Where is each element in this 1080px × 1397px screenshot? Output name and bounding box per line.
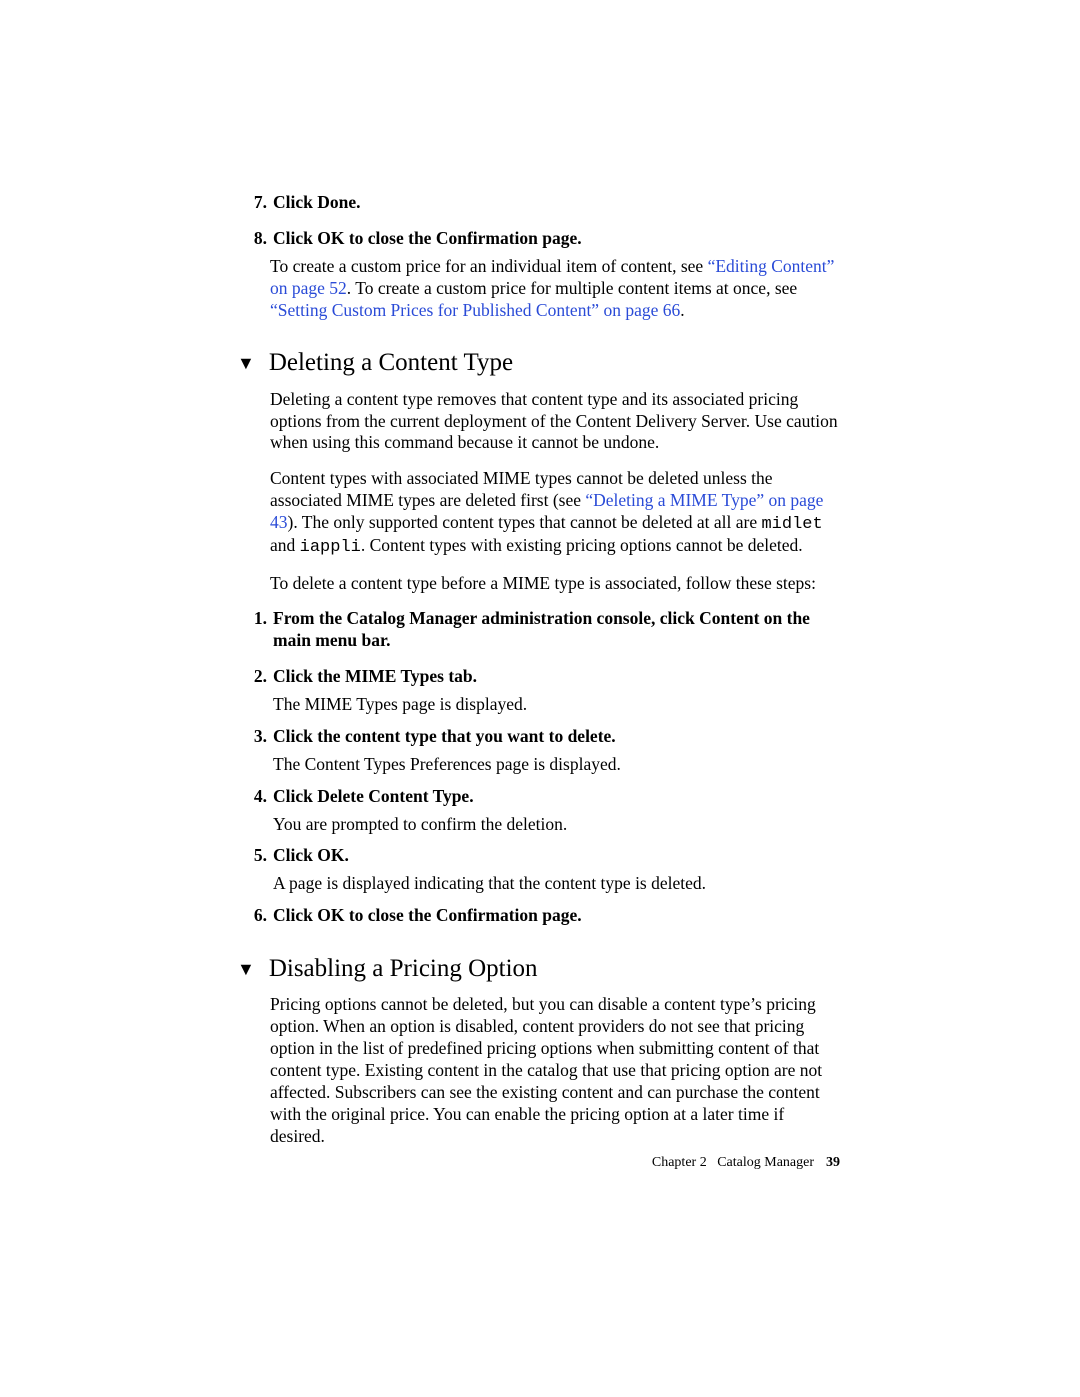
link-setting-custom-prices[interactable]: “Setting Custom Prices for Published Con… [270,300,680,320]
step-8-paragraph: To create a custom price for an individu… [270,256,840,322]
page: 7. Click Done. 8. Click OK to close the … [0,0,1080,1397]
step-number: 4. [245,786,273,808]
paragraph: Deleting a content type removes that con… [270,389,840,455]
content-area: 7. Click Done. 8. Click OK to close the … [245,192,840,1161]
sec1-step-3: 3. Click the content type that you want … [245,726,840,748]
paragraph: Pricing options cannot be deleted, but y… [270,994,840,1147]
sec1-step-4: 4. Click Delete Content Type. [245,786,840,808]
heading-text: Disabling a Pricing Option [269,953,538,984]
triangle-down-icon: ▼ [237,352,255,375]
step-7: 7. Click Done. [245,192,840,214]
text: To create a custom price for an individu… [270,256,708,276]
text: ). The only supported content types that… [288,512,762,532]
step-text: Click Delete Content Type. [273,786,840,808]
step-number: 8. [245,228,273,250]
step-sub: A page is displayed indicating that the … [273,873,840,895]
footer-title: Catalog Manager [717,1155,814,1170]
heading-text: Deleting a Content Type [269,347,513,378]
sec1-step-1: 1. From the Catalog Manager administrati… [245,608,840,652]
step-number: 3. [245,726,273,748]
sec1-step-5: 5. Click OK. [245,845,840,867]
step-number: 2. [245,666,273,688]
code-midlet: midlet [761,515,822,534]
section-heading-disabling-pricing-option: ▼ Disabling a Pricing Option [237,953,840,984]
step-number: 5. [245,845,273,867]
code-iappli: iappli [300,538,361,557]
step-sub: You are prompted to confirm the deletion… [273,814,840,836]
step-8: 8. Click OK to close the Confirmation pa… [245,228,840,250]
text: . [680,300,684,320]
step-number: 1. [245,608,273,652]
footer-page-number: 39 [826,1155,840,1170]
step-number: 7. [245,192,273,214]
step-text: Click the content type that you want to … [273,726,840,748]
step-text: Click OK to close the Confirmation page. [273,905,840,927]
text: . Content types with existing pricing op… [361,535,803,555]
text: and [270,535,300,555]
step-text: From the Catalog Manager administration … [273,608,840,652]
step-sub: The Content Types Preferences page is di… [273,754,840,776]
paragraph: To delete a content type before a MIME t… [270,573,840,595]
paragraph: Content types with associated MIME types… [270,468,840,558]
section-heading-deleting-content-type: ▼ Deleting a Content Type [237,347,840,378]
step-number: 6. [245,905,273,927]
footer-chapter: Chapter 2 [652,1155,707,1170]
triangle-down-icon: ▼ [237,958,255,981]
step-text: Click OK to close the Confirmation page. [273,228,840,250]
step-text: Click Done. [273,192,840,214]
sec1-step-6: 6. Click OK to close the Confirmation pa… [245,905,840,927]
text: . To create a custom price for multiple … [347,278,797,298]
step-text: Click OK. [273,845,840,867]
page-footer: Chapter 2 Catalog Manager 39 [652,1155,840,1171]
sec1-step-2: 2. Click the MIME Types tab. [245,666,840,688]
step-sub: The MIME Types page is displayed. [273,694,840,716]
step-text: Click the MIME Types tab. [273,666,840,688]
